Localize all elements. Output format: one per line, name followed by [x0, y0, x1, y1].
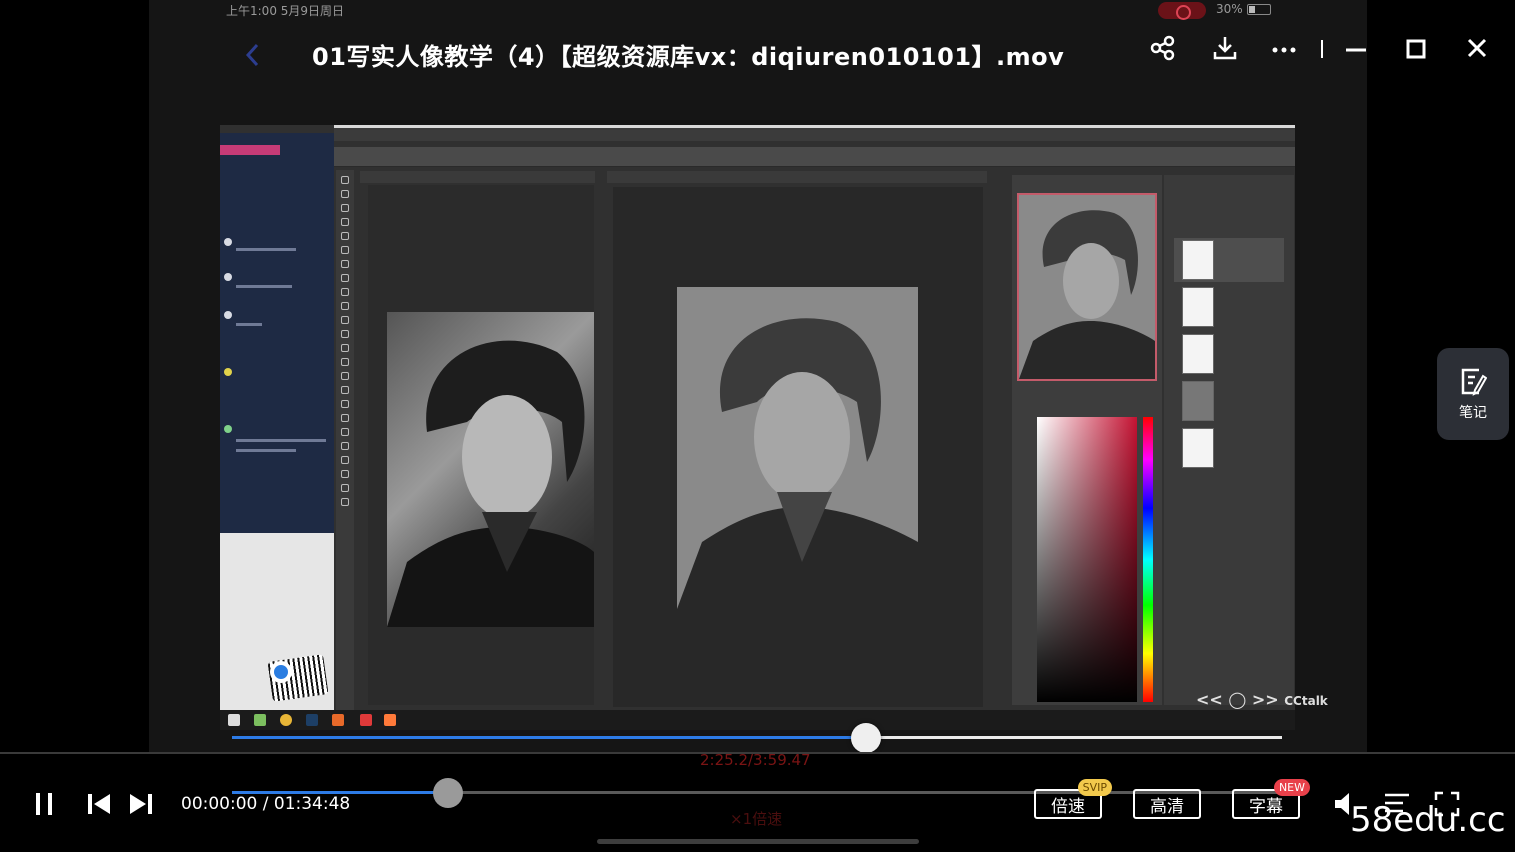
navigator-thumbnail — [1017, 193, 1157, 381]
embedded-progress-bar — [232, 736, 1282, 739]
share-icon — [1150, 35, 1175, 61]
more-button[interactable] — [1268, 32, 1300, 64]
close-button[interactable] — [1461, 32, 1493, 64]
subtitle-label: 字幕 — [1249, 796, 1283, 817]
taskbar-app-icon — [280, 714, 292, 726]
taskbar-app-icon — [332, 714, 344, 726]
header-divider — [1321, 40, 1323, 58]
video-title: 01写实人像教学（4）【超级资源库vx：diqiuren010101】.mov — [312, 43, 1065, 71]
notes-icon — [1461, 368, 1487, 396]
download-button[interactable] — [1209, 32, 1241, 64]
video-frame[interactable] — [220, 125, 1295, 730]
chat-line — [236, 449, 296, 452]
layer-thumbnail — [1182, 381, 1214, 421]
more-icon — [1272, 47, 1296, 53]
drawn-portrait — [677, 287, 918, 609]
back-icon — [245, 43, 259, 67]
chat-line — [236, 439, 326, 442]
subtitle-button[interactable]: 字幕 NEW — [1232, 779, 1310, 819]
home-indicator — [597, 839, 919, 844]
speed-button[interactable]: 倍速 SVIP — [1034, 779, 1112, 819]
hue-slider — [1143, 417, 1153, 702]
windows-taskbar — [220, 710, 1295, 730]
chat-avatar — [224, 368, 232, 376]
taskbar-app-icon — [384, 714, 396, 726]
layer-thumbnail — [1182, 428, 1214, 468]
new-badge: NEW — [1273, 779, 1310, 796]
embedded-progress-fill — [232, 736, 862, 739]
color-picker-field — [1037, 417, 1137, 702]
ps-toolbar — [336, 170, 354, 710]
chat-line — [236, 285, 292, 288]
progress-bar[interactable] — [232, 791, 1282, 794]
battery-status: 30% — [1216, 2, 1271, 16]
share-button[interactable] — [1147, 32, 1179, 64]
start-icon — [228, 714, 240, 726]
progress-knob[interactable] — [433, 778, 463, 808]
playback-time: 00:00:00 / 01:34:48 — [181, 794, 351, 814]
close-icon — [1467, 38, 1487, 58]
skip-next-icon — [130, 794, 152, 814]
taskbar-app-icon — [306, 714, 318, 726]
speed-label: 倍速 — [1051, 796, 1085, 817]
maximize-icon — [1406, 39, 1426, 59]
map-thumbnail — [220, 533, 334, 710]
status-date: 5月9日周日 — [280, 4, 345, 18]
chat-line — [236, 248, 296, 251]
chat-line — [236, 323, 262, 326]
layer-thumbnail — [1182, 334, 1214, 374]
quality-label: 高清 — [1150, 796, 1184, 817]
progress-fill — [232, 791, 442, 794]
location-pin-icon — [270, 661, 292, 683]
controls-divider — [0, 752, 1515, 754]
download-icon — [1213, 37, 1237, 60]
chat-panel — [220, 133, 334, 533]
chat-avatar — [224, 425, 232, 433]
layer-thumbnail — [1182, 287, 1214, 327]
ps-layers-panel — [1164, 175, 1294, 705]
battery-icon — [1246, 3, 1271, 15]
previous-button[interactable] — [84, 789, 114, 819]
pause-icon — [36, 793, 52, 815]
cctalk-text: CCtalk — [1284, 694, 1328, 708]
maximize-button[interactable] — [1400, 32, 1432, 64]
document-tab — [607, 171, 987, 183]
svip-badge: SVIP — [1077, 779, 1112, 796]
reference-photo — [387, 312, 594, 627]
video-player: 上午1:00 5月9日周日 30% 01写实人像教学（4）【超级资源库vx：di… — [0, 0, 1515, 852]
pause-button[interactable] — [29, 789, 59, 819]
next-button[interactable] — [126, 789, 156, 819]
taskbar-app-icon — [254, 714, 266, 726]
embedded-progress-knob — [851, 723, 881, 753]
notes-label: 笔记 — [1459, 405, 1487, 421]
chat-avatar — [224, 238, 232, 246]
notes-button[interactable]: 笔记 — [1437, 348, 1509, 440]
chat-header — [220, 145, 280, 155]
layer-thumbnail — [1182, 240, 1214, 280]
skip-previous-icon — [88, 794, 110, 814]
status-clock: 上午1:00 — [226, 4, 277, 18]
chat-avatar — [224, 311, 232, 319]
chat-avatar — [224, 273, 232, 281]
cctalk-watermark: << ◯ >> CCtalk — [1196, 690, 1328, 709]
document-tab — [360, 171, 595, 183]
embedded-speed: ×1倍速 — [730, 810, 783, 828]
back-button[interactable] — [240, 40, 264, 70]
quality-button[interactable]: 高清 — [1133, 789, 1201, 819]
ps-menu-bar — [334, 125, 1295, 141]
taskbar-app-icon — [360, 714, 372, 726]
screen-record-icon[interactable] — [1158, 2, 1206, 20]
ps-options-bar — [334, 147, 1295, 167]
minimize-icon — [1346, 48, 1366, 52]
minimize-button[interactable] — [1340, 32, 1372, 64]
site-watermark: 58edu.cc — [1350, 800, 1506, 840]
battery-percent: 30% — [1216, 2, 1243, 16]
status-time: 上午1:00 5月9日周日 — [226, 2, 344, 19]
